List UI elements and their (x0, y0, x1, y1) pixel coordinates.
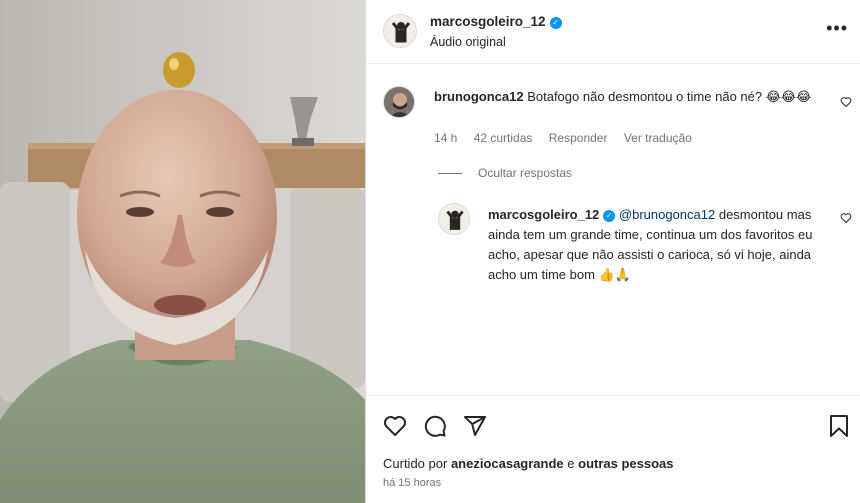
comment-time: 14 h (434, 131, 458, 145)
comment-body: brunogonca12 Botafogo não desmontou o ti… (434, 88, 834, 106)
share-icon[interactable] (463, 414, 487, 438)
more-options-icon[interactable]: ••• (826, 19, 848, 37)
video-frame-illustration (0, 0, 365, 503)
comment-meta: 14 h 42 curtidas Responder Ver tradução (434, 131, 705, 145)
liked-prefix: Curtido por (383, 456, 448, 471)
heart-icon[interactable] (383, 414, 407, 438)
reply-author-avatar[interactable] (438, 203, 470, 235)
reply-like-heart-icon[interactable] (840, 212, 852, 224)
post-header: marcosgoleiro_12 ✓ Áudio original ••• (366, 0, 860, 64)
author-username[interactable]: marcosgoleiro_12 ✓ (430, 14, 562, 29)
verified-icon: ✓ (603, 210, 616, 222)
audio-label[interactable]: Áudio original (430, 35, 506, 49)
comment-icon[interactable] (423, 414, 447, 438)
post-timestamp[interactable]: há 15 horas (383, 477, 441, 489)
post-video[interactable] (0, 0, 365, 503)
reply-username[interactable]: marcosgoleiro_12 (488, 207, 599, 222)
post-actions: Curtido por aneziocasagrande e outras pe… (366, 395, 860, 503)
comment-like-heart-icon[interactable] (840, 96, 852, 108)
bookmark-icon[interactable] (828, 414, 850, 438)
author-username-text[interactable]: marcosgoleiro_12 (430, 14, 546, 29)
liked-by-summary: Curtido por aneziocasagrande e outras pe… (383, 456, 674, 471)
reply-button[interactable]: Responder (549, 131, 608, 145)
commenter-avatar[interactable] (383, 86, 415, 118)
instagram-post-window: marcosgoleiro_12 ✓ Áudio original ••• bru… (0, 0, 860, 503)
liked-by-user[interactable]: aneziocasagrande (451, 456, 564, 471)
reply-mention[interactable]: @brunogonca12 (619, 207, 715, 222)
author-avatar[interactable] (383, 14, 417, 48)
see-translation-button[interactable]: Ver tradução (624, 131, 692, 145)
liked-by-others[interactable]: outras pessoas (578, 456, 673, 471)
comment-likes-count[interactable]: 42 curtidas (474, 131, 533, 145)
replies-line (438, 173, 462, 175)
hide-replies-toggle[interactable]: Ocultar respostas (438, 166, 572, 180)
post-details-panel: marcosgoleiro_12 ✓ Áudio original ••• bru… (366, 0, 860, 503)
verified-icon: ✓ (549, 17, 562, 29)
reply-body: marcosgoleiro_12 ✓ @brunogonca12 desmonto… (488, 205, 833, 285)
hide-replies-label[interactable]: Ocultar respostas (478, 166, 572, 180)
commenter-username[interactable]: brunogonca12 (434, 89, 524, 104)
liked-connector: e (567, 456, 575, 471)
comment-text: Botafogo não desmontou o time não né? 😂😂… (527, 89, 812, 104)
